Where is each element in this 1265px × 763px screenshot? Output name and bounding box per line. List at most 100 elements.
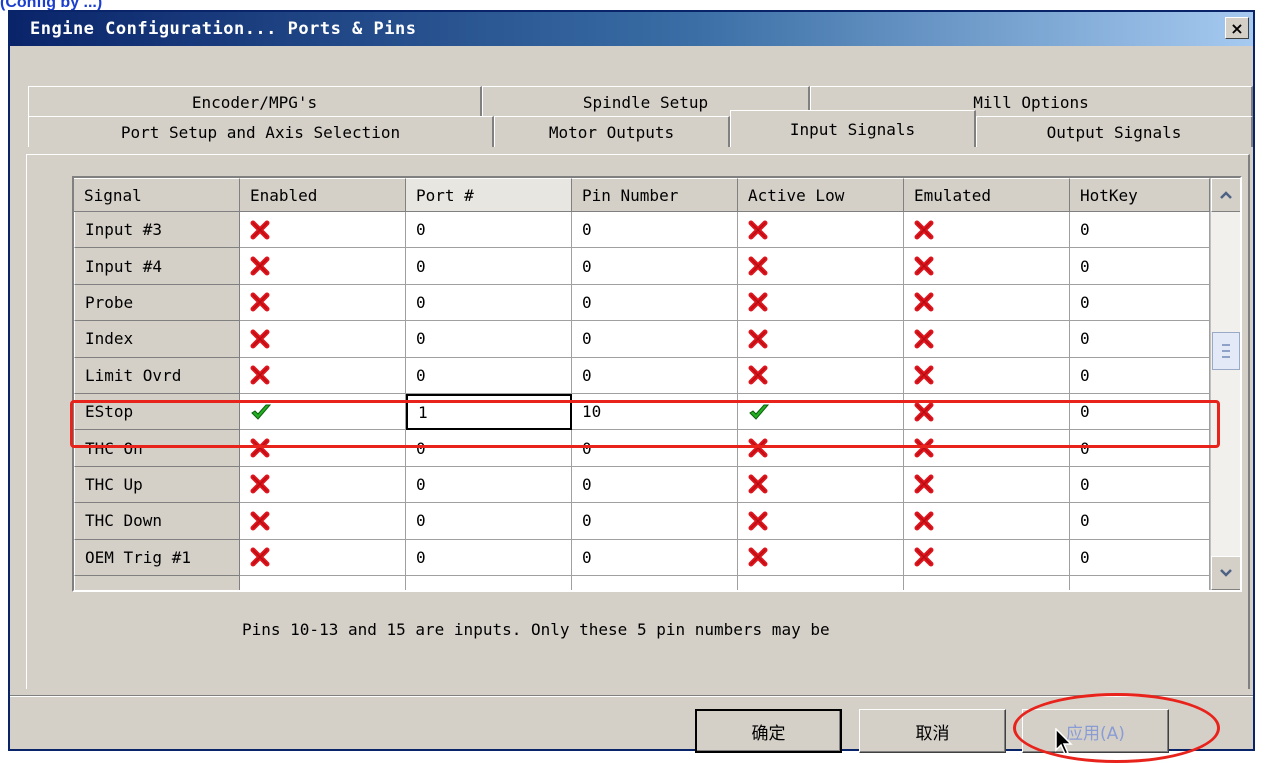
signal-name: Input #3 — [74, 212, 240, 249]
pin-cell[interactable]: 0 — [572, 357, 738, 394]
scroll-down-button[interactable] — [1211, 556, 1240, 590]
cross-icon — [748, 511, 768, 531]
tab-motor-outputs[interactable]: Motor Outputs — [494, 116, 730, 147]
title-bar[interactable]: Engine Configuration... Ports & Pins × — [10, 12, 1253, 46]
top-caption: (Config by ...) — [0, 0, 103, 11]
emulated-cell[interactable] — [904, 357, 1070, 394]
column-header[interactable]: Pin Number — [572, 178, 738, 212]
column-header[interactable]: Active Low — [738, 178, 904, 212]
cross-icon — [250, 256, 270, 276]
cross-icon — [914, 474, 934, 494]
cross-icon — [748, 256, 768, 276]
pin-cell[interactable]: 0 — [572, 539, 738, 576]
tab-encoder-mpg-s[interactable]: Encoder/MPG's — [28, 86, 482, 117]
column-header[interactable]: Signal — [74, 178, 240, 212]
port-cell[interactable]: 0 — [406, 248, 572, 285]
cross-icon — [914, 329, 934, 349]
hotkey-cell[interactable]: 0 — [1070, 321, 1210, 358]
active-low-cell[interactable] — [738, 466, 904, 504]
cross-icon — [250, 474, 270, 494]
cross-icon — [914, 511, 934, 531]
active-low-cell[interactable] — [738, 212, 904, 249]
column-header[interactable]: Enabled — [240, 178, 406, 212]
grid-scrollbar[interactable] — [1210, 178, 1240, 590]
cross-icon — [748, 547, 768, 567]
hotkey-cell[interactable]: 0 — [1070, 357, 1210, 394]
pin-cell[interactable]: 0 — [572, 466, 738, 504]
port-cell[interactable]: 0 — [406, 357, 572, 394]
enabled-cell[interactable] — [240, 212, 406, 249]
hotkey-cell[interactable]: 0 — [1070, 503, 1210, 540]
ok-button[interactable]: 确定 — [695, 709, 842, 753]
column-header[interactable]: Port # — [406, 178, 572, 212]
port-cell[interactable]: 0 — [406, 212, 572, 249]
scroll-thumb[interactable] — [1212, 332, 1240, 370]
pin-cell[interactable]: 0 — [572, 248, 738, 285]
column-header[interactable]: HotKey — [1070, 178, 1210, 212]
signal-name: THC Down — [74, 503, 240, 540]
emulated-cell[interactable] — [904, 284, 1070, 322]
emulated-cell[interactable] — [904, 248, 1070, 285]
close-button[interactable]: × — [1225, 17, 1249, 39]
active-low-cell[interactable] — [738, 357, 904, 394]
enabled-cell[interactable] — [240, 357, 406, 394]
port-cell[interactable]: 0 — [406, 321, 572, 358]
signal-name: Limit Ovrd — [74, 357, 240, 394]
cross-icon — [914, 220, 934, 240]
cancel-button[interactable]: 取消 — [859, 709, 1006, 753]
hotkey-cell[interactable]: 0 — [1070, 248, 1210, 285]
table-cell-partial[interactable] — [1070, 576, 1210, 590]
enabled-cell[interactable] — [240, 466, 406, 504]
estop-highlight — [70, 400, 1220, 448]
emulated-cell[interactable] — [904, 503, 1070, 540]
table-cell-partial[interactable] — [406, 576, 572, 590]
active-low-cell[interactable] — [738, 321, 904, 358]
enabled-cell[interactable] — [240, 248, 406, 285]
cross-icon — [250, 511, 270, 531]
cross-icon — [250, 292, 270, 312]
column-header[interactable]: Emulated — [904, 178, 1070, 212]
tab-input-signals[interactable]: Input Signals — [730, 110, 976, 147]
hotkey-cell[interactable]: 0 — [1070, 212, 1210, 249]
port-cell[interactable]: 0 — [406, 284, 572, 322]
pin-cell[interactable]: 0 — [572, 284, 738, 322]
hotkey-cell[interactable]: 0 — [1070, 539, 1210, 576]
active-low-cell[interactable] — [738, 539, 904, 576]
mouse-cursor-icon — [1055, 727, 1075, 760]
cross-icon — [914, 547, 934, 567]
enabled-cell[interactable] — [240, 503, 406, 540]
pin-cell[interactable]: 0 — [572, 212, 738, 249]
cross-icon — [748, 220, 768, 240]
scroll-up-button[interactable] — [1211, 178, 1240, 212]
port-cell[interactable]: 0 — [406, 539, 572, 576]
pin-cell[interactable]: 0 — [572, 503, 738, 540]
active-low-cell[interactable] — [738, 284, 904, 322]
port-cell[interactable]: 0 — [406, 503, 572, 540]
hotkey-cell[interactable]: 0 — [1070, 284, 1210, 322]
emulated-cell[interactable] — [904, 321, 1070, 358]
tab-output-signals[interactable]: Output Signals — [976, 116, 1253, 147]
engine-config-dialog: Engine Configuration... Ports & Pins × E… — [8, 10, 1255, 763]
emulated-cell[interactable] — [904, 466, 1070, 504]
close-icon: × — [1230, 18, 1244, 38]
table-cell-partial[interactable] — [240, 576, 406, 590]
hotkey-cell[interactable]: 0 — [1070, 466, 1210, 504]
port-cell[interactable]: 0 — [406, 466, 572, 504]
cross-icon — [748, 292, 768, 312]
emulated-cell[interactable] — [904, 539, 1070, 576]
pin-help-text: Pins 10-13 and 15 are inputs. Only these… — [242, 620, 830, 639]
table-cell-partial[interactable] — [904, 576, 1070, 590]
cross-icon — [250, 547, 270, 567]
active-low-cell[interactable] — [738, 248, 904, 285]
table-cell-partial[interactable] — [738, 576, 904, 590]
pin-cell[interactable]: 0 — [572, 321, 738, 358]
chevron-down-icon — [1219, 568, 1233, 578]
enabled-cell[interactable] — [240, 539, 406, 576]
emulated-cell[interactable] — [904, 212, 1070, 249]
table-cell-partial[interactable] — [572, 576, 738, 590]
tab-port-setup-and-axis-selection[interactable]: Port Setup and Axis Selection — [28, 116, 494, 147]
cross-icon — [748, 365, 768, 385]
enabled-cell[interactable] — [240, 284, 406, 322]
active-low-cell[interactable] — [738, 503, 904, 540]
enabled-cell[interactable] — [240, 321, 406, 358]
